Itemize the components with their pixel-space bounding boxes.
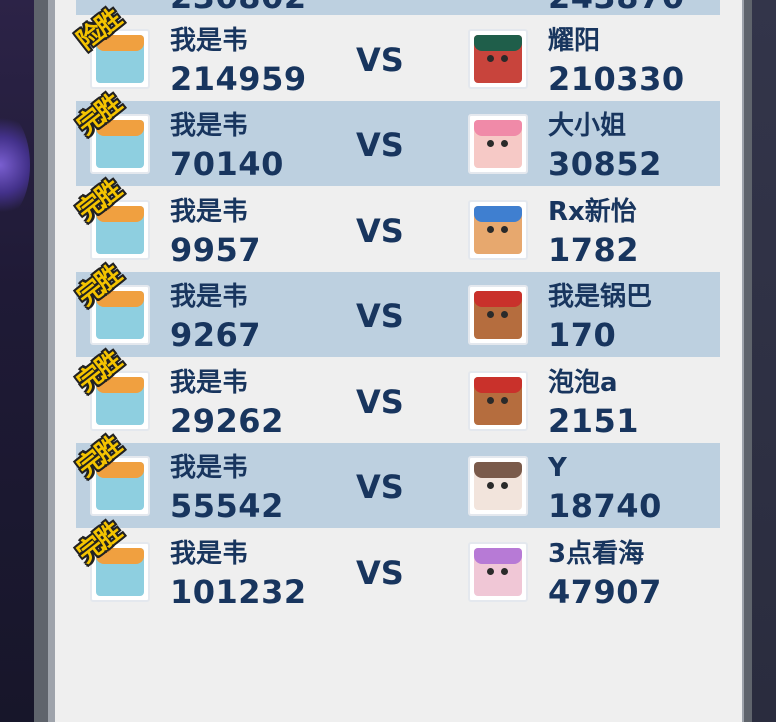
opponent-score: 30852 xyxy=(548,145,662,183)
player-score: 101232 xyxy=(170,573,307,611)
vs-label: VS xyxy=(356,383,404,421)
player-score: 9267 xyxy=(170,316,262,354)
opponent-avatar[interactable] xyxy=(468,371,528,431)
player-name: 我是韦 xyxy=(170,197,249,227)
background-right xyxy=(752,0,776,722)
opponent-avatar[interactable] xyxy=(468,29,528,89)
player-score: 29262 xyxy=(170,402,284,440)
opponent-avatar-eye xyxy=(501,226,508,233)
opponent-avatar-face xyxy=(474,377,522,425)
opponent-avatar[interactable] xyxy=(468,114,528,174)
opponent-score: 210330 xyxy=(548,60,685,98)
opponent-name: Y xyxy=(548,453,567,483)
opponent-avatar-eye xyxy=(501,311,508,318)
player-name: 我是韦 xyxy=(170,282,249,312)
background-left xyxy=(0,0,34,722)
opponent-avatar-eye xyxy=(487,140,494,147)
opponent-name: 3点看海 xyxy=(548,539,645,569)
opponent-avatar[interactable] xyxy=(468,456,528,516)
opponent-avatar[interactable] xyxy=(468,542,528,602)
opponent-avatar-eye xyxy=(501,482,508,489)
opponent-avatar-face xyxy=(474,120,522,168)
player-score: 55542 xyxy=(170,487,284,525)
opponent-avatar[interactable] xyxy=(468,285,528,345)
opponent-avatar-hair xyxy=(474,206,522,222)
opponent-avatar-eye xyxy=(501,397,508,404)
opponent-score: 170 xyxy=(548,316,617,354)
vs-label: VS xyxy=(356,468,404,506)
opponent-avatar-eye xyxy=(487,482,494,489)
opponent-avatar-face xyxy=(474,548,522,596)
match-row[interactable]: 完胜 我是韦 29262 VS 泡泡a 2151 xyxy=(72,346,720,443)
opponent-avatar-face xyxy=(474,462,522,510)
opponent-avatar-eye xyxy=(487,311,494,318)
opponent-avatar-eye xyxy=(501,568,508,575)
opponent-avatar-eye xyxy=(487,397,494,404)
match-row-partial: 230802 243870 xyxy=(76,0,720,15)
player-name: 我是韦 xyxy=(170,539,249,569)
opponent-avatar-hair xyxy=(474,291,522,307)
match-row[interactable]: 完胜 我是韦 70140 VS 大小姐 30852 xyxy=(72,89,720,186)
opponent-score: 243870 xyxy=(548,0,685,15)
match-row[interactable]: 完胜 我是韦 55542 VS Y 18740 xyxy=(72,431,720,528)
vs-label: VS xyxy=(356,554,404,592)
opponent-score: 2151 xyxy=(548,402,640,440)
opponent-avatar-face xyxy=(474,35,522,83)
vs-label: VS xyxy=(356,41,404,79)
opponent-name: Rx新怡 xyxy=(548,197,637,227)
match-row[interactable]: 完胜 我是韦 101232 VS 3点看海 47907 xyxy=(72,517,720,614)
opponent-avatar-face xyxy=(474,206,522,254)
match-row[interactable]: 险胜 我是韦 214959 VS 耀阳 210330 xyxy=(72,4,720,101)
opponent-score: 18740 xyxy=(548,487,662,525)
opponent-avatar-eye xyxy=(487,568,494,575)
opponent-avatar-hair xyxy=(474,548,522,564)
opponent-avatar-eye xyxy=(487,226,494,233)
opponent-name: 耀阳 xyxy=(548,26,601,56)
opponent-avatar-hair xyxy=(474,35,522,51)
opponent-avatar-hair xyxy=(474,462,522,478)
opponent-avatar-hair xyxy=(474,377,522,393)
opponent-score: 47907 xyxy=(548,573,662,611)
opponent-name: 大小姐 xyxy=(548,111,627,141)
vs-label: VS xyxy=(356,126,404,164)
player-name: 我是韦 xyxy=(170,453,249,483)
match-row[interactable]: 完胜 我是韦 9267 VS 我是锅巴 170 xyxy=(72,260,720,357)
opponent-avatar-face xyxy=(474,291,522,339)
opponent-avatar-hair xyxy=(474,120,522,136)
opponent-avatar-eye xyxy=(487,55,494,62)
opponent-avatar[interactable] xyxy=(468,200,528,260)
opponent-score: 1782 xyxy=(548,231,640,269)
opponent-avatar-eye xyxy=(501,140,508,147)
opponent-name: 泡泡a xyxy=(548,368,618,398)
player-name: 我是韦 xyxy=(170,26,249,56)
player-name: 我是韦 xyxy=(170,368,249,398)
vs-label: VS xyxy=(356,297,404,335)
opponent-avatar-eye xyxy=(501,55,508,62)
player-score: 9957 xyxy=(170,231,262,269)
opponent-name: 我是锅巴 xyxy=(548,282,653,312)
player-name: 我是韦 xyxy=(170,111,249,141)
player-score: 214959 xyxy=(170,60,307,98)
match-row[interactable]: 完胜 我是韦 9957 VS Rx新怡 1782 xyxy=(72,175,720,272)
player-score: 230802 xyxy=(170,0,307,15)
vs-label: VS xyxy=(356,212,404,250)
player-score: 70140 xyxy=(170,145,284,183)
